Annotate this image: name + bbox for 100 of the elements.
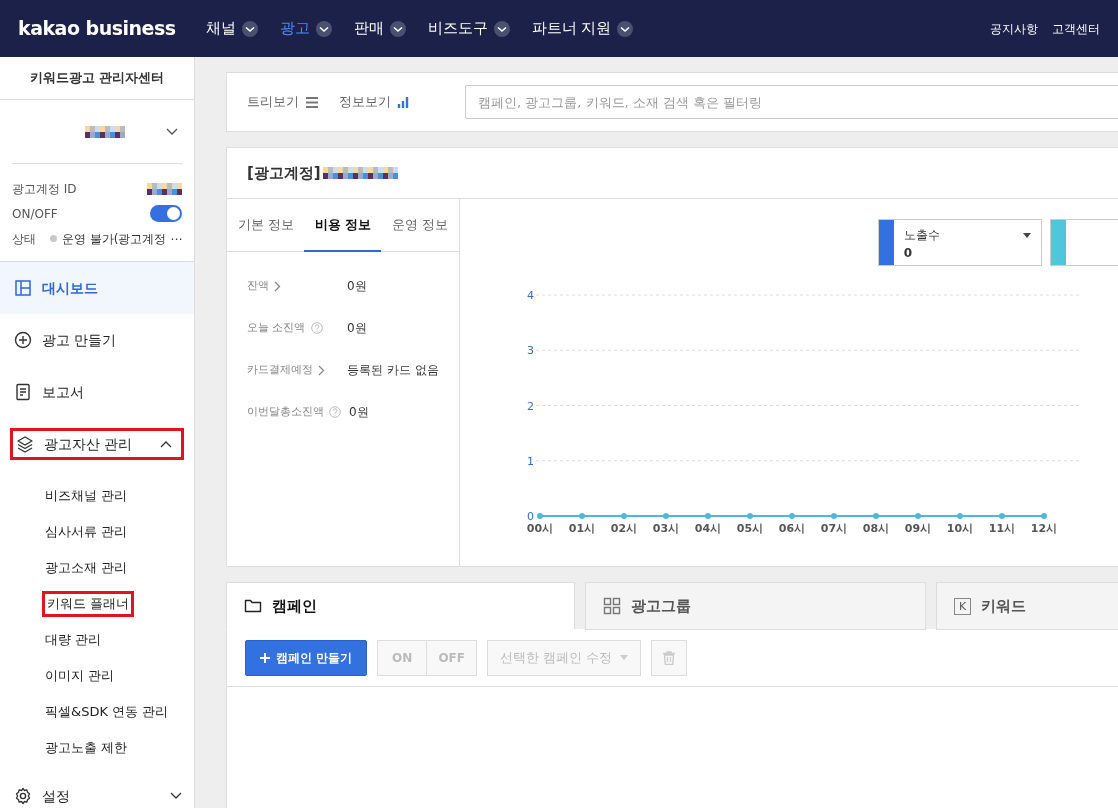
field-value: 0원 xyxy=(347,278,367,295)
field-value: 등록된 카드 없음 xyxy=(347,362,439,379)
data-point xyxy=(956,513,963,519)
letter-icon: K xyxy=(954,597,971,615)
sidebar-menu-item[interactable]: 설정 xyxy=(0,770,194,808)
sidebar-menu-item[interactable]: 광고 만들기 xyxy=(0,314,194,366)
x-tick-label: 01시 xyxy=(568,522,595,535)
nav-menu-item[interactable]: 채널 xyxy=(205,17,258,40)
document-icon xyxy=(14,383,32,401)
settings-icon xyxy=(14,787,32,805)
y-tick-label: 0 xyxy=(526,510,534,523)
sidebar-title: 키워드광고 관리자센터 xyxy=(29,69,165,88)
field-value: 0원 xyxy=(349,404,369,421)
help-icon xyxy=(329,406,341,418)
sidebar-menu-item[interactable]: 광고자산 관리 xyxy=(10,428,184,460)
field-label: 오늘 소진액 xyxy=(247,319,306,336)
help-icon xyxy=(310,322,323,334)
tab[interactable]: K 키워드 xyxy=(936,582,1118,630)
chevron-circle-icon xyxy=(617,20,634,37)
trash-icon xyxy=(663,651,676,665)
data-point xyxy=(914,513,921,519)
tab[interactable]: 운영 정보 xyxy=(381,199,459,252)
pixelated-mark xyxy=(85,125,125,138)
x-tick-label: 00시 xyxy=(526,522,553,535)
x-tick-label: 08시 xyxy=(862,522,889,535)
chevron-circle-icon xyxy=(241,20,258,37)
tab[interactable]: 캠페인 xyxy=(226,582,575,630)
chevron-up-icon xyxy=(160,440,172,448)
dashboard-icon xyxy=(14,279,32,297)
data-point xyxy=(998,513,1005,519)
data-point xyxy=(830,513,837,519)
data-point xyxy=(620,513,627,519)
x-tick-label: 09시 xyxy=(904,522,931,535)
header-link[interactable]: 공지사항 xyxy=(990,19,1038,38)
submenu-item[interactable]: 픽셀&SDK 연동 관리 xyxy=(42,699,172,725)
tab[interactable]: 기본 정보 xyxy=(227,199,305,252)
submenu-item[interactable]: 이미지 관리 xyxy=(42,663,118,689)
data-point xyxy=(536,513,543,519)
x-tick-label: 12시 xyxy=(1030,522,1057,535)
bar-chart-icon xyxy=(397,95,411,109)
chevron-circle-icon xyxy=(315,20,332,37)
nav-menu-item[interactable]: 비즈도구 xyxy=(427,17,510,40)
legend-card[interactable]: 노출수 0 xyxy=(877,219,1042,266)
tab[interactable]: 광고그룹 xyxy=(585,582,926,630)
info-label: 광고계정 ID xyxy=(12,180,77,198)
data-point xyxy=(872,513,879,519)
toggle-switch[interactable] xyxy=(150,205,182,222)
x-tick-label: 02시 xyxy=(610,522,637,535)
x-tick-label: 07시 xyxy=(820,522,847,535)
view-toggle[interactable]: 정보보기 xyxy=(339,92,411,112)
x-tick-label: 10시 xyxy=(946,522,973,535)
caret-down-icon xyxy=(620,655,629,660)
data-point xyxy=(662,513,669,519)
submenu-item[interactable]: 광고노출 제한 xyxy=(42,735,131,761)
legend-label: 노출수 xyxy=(903,227,940,244)
folder-icon xyxy=(244,597,262,615)
submenu-item[interactable]: 광고소재 관리 xyxy=(42,555,131,581)
chevron-down-icon xyxy=(170,792,182,800)
pixelated-mark xyxy=(147,182,182,195)
header-link[interactable]: 고객센터 xyxy=(1052,19,1100,38)
data-point xyxy=(1040,513,1047,519)
view-toggle[interactable]: 트리보기 xyxy=(247,92,319,112)
field-value: 0원 xyxy=(347,320,367,337)
nav-menu-item[interactable]: 판매 xyxy=(353,17,406,40)
data-point xyxy=(788,513,795,519)
x-tick-label: 04시 xyxy=(694,522,721,535)
submenu-item[interactable]: 심사서류 관리 xyxy=(42,519,131,545)
legend-value: 0 xyxy=(903,245,913,262)
chevron-down-icon xyxy=(166,127,178,136)
data-point xyxy=(746,513,753,519)
x-tick-label: 03시 xyxy=(652,522,679,535)
logo[interactable]: kakao business xyxy=(18,14,176,43)
plus-icon xyxy=(260,652,270,663)
sidebar-menu-item[interactable]: 대시보드 xyxy=(0,262,194,314)
data-point xyxy=(578,513,585,519)
status-dot-icon xyxy=(50,235,57,242)
submenu-item[interactable]: 키워드 플래너 xyxy=(42,591,135,617)
x-tick-label: 06시 xyxy=(778,522,805,535)
create-campaign-button[interactable]: 캠페인 만들기 xyxy=(245,639,368,676)
plus-circle-icon xyxy=(14,331,32,349)
sidebar-menu-item[interactable]: 보고서 xyxy=(0,366,194,418)
data-point xyxy=(704,513,711,519)
search-field[interactable]: 캠페인, 광고그룹, 키워드, 소재 검색 혹은 필터링 xyxy=(465,85,1118,119)
caret-down-icon xyxy=(1022,232,1031,238)
submenu-item[interactable]: 비즈채널 관리 xyxy=(42,483,131,509)
nav-menu-item[interactable]: 파트너 지원 xyxy=(531,17,634,40)
account-title: [광고계정] xyxy=(247,162,321,184)
submenu-item[interactable]: 대량 관리 xyxy=(42,627,105,653)
y-tick-label: 1 xyxy=(526,454,534,468)
chevron-circle-icon xyxy=(493,20,510,37)
chevron-right-icon xyxy=(318,364,325,376)
chevron-right-icon xyxy=(274,280,281,292)
x-tick-label: 05시 xyxy=(736,522,763,535)
field-label: 잔액 xyxy=(247,277,269,294)
nav-menu-item[interactable]: 광고 xyxy=(279,17,332,40)
list-icon xyxy=(305,95,319,109)
status-value: 운영 불가(광고계정 ⋯ xyxy=(62,230,183,248)
x-tick-label: 11시 xyxy=(988,522,1015,535)
info-label: ON/OFF xyxy=(12,205,58,223)
tab[interactable]: 비용 정보 xyxy=(304,199,382,252)
